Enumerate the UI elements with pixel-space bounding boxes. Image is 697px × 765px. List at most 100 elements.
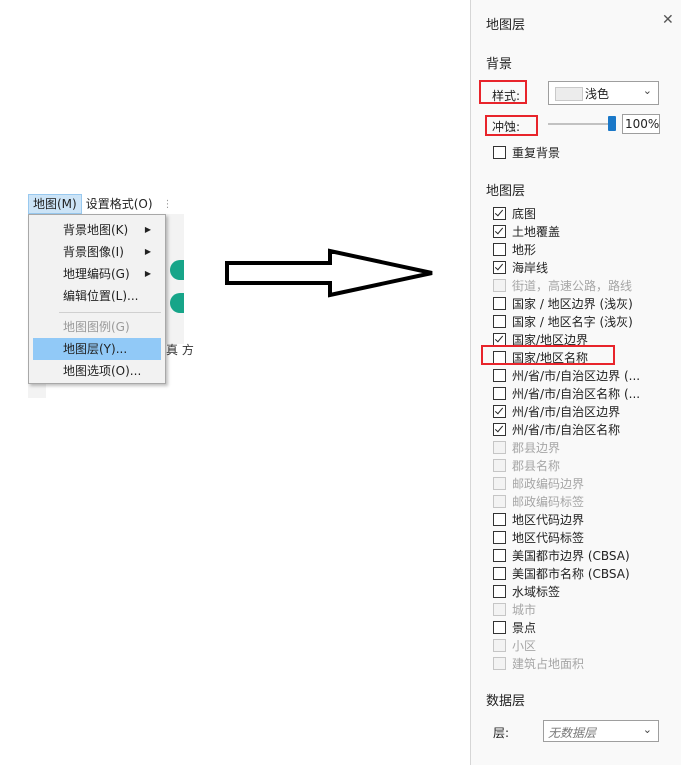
map-layer-checkbox[interactable]: 国家 / 地区名字 (浅灰) xyxy=(493,312,633,330)
menu-item-edit-locations[interactable]: 编辑位置(L)... xyxy=(33,285,161,307)
map-layer-checkbox[interactable]: 景点 xyxy=(493,618,536,636)
checkbox-box xyxy=(493,530,506,544)
map-layer-checkbox: 郡县边界 xyxy=(493,438,560,456)
submenu-arrow-icon: ▶ xyxy=(144,225,151,234)
checkbox-label: 海岸线 xyxy=(512,260,549,275)
map-layer-checkbox: 建筑占地面积 xyxy=(493,654,584,672)
washout-value-input[interactable]: 100% xyxy=(622,114,660,134)
menu-item-label: 背景图像(I) xyxy=(63,245,124,259)
checkbox-box xyxy=(493,224,506,238)
map-layer-checkbox[interactable]: 地区代码标签 xyxy=(493,528,584,546)
washout-slider-thumb[interactable] xyxy=(608,116,616,131)
repeat-background-checkbox[interactable]: 重复背景 xyxy=(493,143,560,161)
map-layer-checkbox[interactable]: 地形 xyxy=(493,240,536,258)
checkbox-label: 小区 xyxy=(512,638,537,653)
map-layer-checkbox: 邮政编码标签 xyxy=(493,492,584,510)
menu-separator xyxy=(59,312,161,313)
washout-label-highlight xyxy=(485,115,538,136)
map-layer-checkbox: 邮政编码边界 xyxy=(493,474,584,492)
checkbox-box xyxy=(493,494,506,508)
data-layer-select[interactable]: 无数据层 ⌄ xyxy=(543,720,659,742)
map-layer-checkbox: 小区 xyxy=(493,636,536,654)
map-layer-checkbox[interactable]: 底图 xyxy=(493,204,536,222)
checkbox-label: 城市 xyxy=(512,602,537,617)
style-label-highlight xyxy=(479,80,527,104)
menu-format[interactable]: 设置格式(O) xyxy=(82,194,157,214)
map-layer-checkbox[interactable]: 州/省/市/自治区名称 (... xyxy=(493,384,640,402)
close-icon[interactable]: ✕ xyxy=(662,12,674,28)
checkbox-label: 街道，高速公路，路线 xyxy=(512,278,633,293)
map-layer-checkbox[interactable]: 州/省/市/自治区边界 (... xyxy=(493,366,640,384)
style-select-value: 浅色 xyxy=(585,87,610,101)
checkbox-label: 美国都市边界 (CBSA) xyxy=(512,548,630,563)
checkbox-label: 地区代码边界 xyxy=(512,512,585,527)
map-layer-checkbox: 街道，高速公路，路线 xyxy=(493,276,632,294)
map-layer-checkbox[interactable]: 美国都市名称 (CBSA) xyxy=(493,564,630,582)
checkbox-box xyxy=(493,332,506,346)
checkbox-box xyxy=(493,620,506,634)
map-layer-checkbox[interactable]: 美国都市边界 (CBSA) xyxy=(493,546,630,564)
checkbox-box xyxy=(493,296,506,310)
checkbox-label: 底图 xyxy=(512,206,537,221)
menu-item-background-image[interactable]: 背景图像(I) ▶ xyxy=(33,241,161,263)
checkbox-label: 水域标签 xyxy=(512,584,561,599)
checkbox-box xyxy=(493,260,506,274)
checkbox-box xyxy=(493,476,506,490)
checkbox-label: 国家 / 地区边界 (浅灰) xyxy=(512,296,633,311)
checkbox-label: 地区代码标签 xyxy=(512,530,585,545)
green-marker-1 xyxy=(170,260,184,280)
checkbox-label: 重复背景 xyxy=(512,145,561,160)
menu-item-map-options[interactable]: 地图选项(O)... xyxy=(33,360,161,382)
checkbox-box xyxy=(493,422,506,436)
checkbox-label: 邮政编码标签 xyxy=(512,494,585,509)
data-layer-placeholder: 无数据层 xyxy=(548,726,597,740)
map-layer-checkbox[interactable]: 海岸线 xyxy=(493,258,548,276)
style-swatch xyxy=(555,87,583,101)
checkbox-box xyxy=(493,512,506,526)
washout-slider-track[interactable] xyxy=(548,123,616,125)
map-layer-checkbox[interactable]: 国家 / 地区边界 (浅灰) xyxy=(493,294,633,312)
checkbox-box xyxy=(493,656,506,670)
menubar-overflow-icon: ⋮ xyxy=(162,198,173,210)
map-layer-checkbox[interactable]: 土地覆盖 xyxy=(493,222,560,240)
checkbox-box xyxy=(493,440,506,454)
right-arrow-icon xyxy=(225,248,433,298)
checkbox-label: 州/省/市/自治区名称 (... xyxy=(512,386,641,401)
map-layer-checkbox: 城市 xyxy=(493,600,536,618)
checkbox-label: 州/省/市/自治区边界 (... xyxy=(512,368,641,383)
checkbox-box xyxy=(493,314,506,328)
menu-item-map-layers[interactable]: 地图层(Y)... xyxy=(33,338,161,360)
checkbox-label: 郡县名称 xyxy=(512,458,561,473)
map-layer-checkbox[interactable]: 州/省/市/自治区边界 xyxy=(493,402,620,420)
map-layer-checkbox[interactable]: 水域标签 xyxy=(493,582,560,600)
menu-item-label: 编辑位置(L)... xyxy=(63,289,139,303)
menu-item-label: 地图选项(O)... xyxy=(63,364,142,378)
map-layer-checkbox[interactable]: 地区代码边界 xyxy=(493,510,584,528)
style-select[interactable]: 浅色 ⌄ xyxy=(548,81,659,105)
checkbox-box xyxy=(493,638,506,652)
menu-item-label: 地图层(Y)... xyxy=(63,342,128,356)
country-names-highlight xyxy=(481,345,615,365)
menu-map[interactable]: 地图(M) xyxy=(28,194,82,214)
menu-item-geocoding[interactable]: 地理编码(G) ▶ xyxy=(33,263,161,285)
map-dropdown-menu: 背景地图(K) ▶ 背景图像(I) ▶ 地理编码(G) ▶ 编辑位置(L)...… xyxy=(28,214,166,384)
menu-item-background-map[interactable]: 背景地图(K) ▶ xyxy=(33,219,161,241)
checkbox-box xyxy=(493,206,506,220)
checkbox-label: 地形 xyxy=(512,242,537,257)
checkbox-label: 美国都市名称 (CBSA) xyxy=(512,566,630,581)
checkbox-label: 建筑占地面积 xyxy=(512,656,585,671)
chevron-down-icon: ⌄ xyxy=(642,84,652,97)
checkbox-box xyxy=(493,404,506,418)
map-layers-pane: 地图层 ✕ 背景 样式: 浅色 ⌄ 冲蚀: 100% 重复背景 地图层 底图 土地… xyxy=(470,0,681,765)
menubar: 地图(M) 设置格式(O) ⋮ xyxy=(28,193,173,215)
checkbox-box xyxy=(493,566,506,580)
menu-item-map-legend: 地图图例(G) xyxy=(33,316,161,338)
pane-title: 地图层 xyxy=(486,18,526,33)
checkbox-label: 郡县边界 xyxy=(512,440,561,455)
map-layer-checkbox: 郡县名称 xyxy=(493,456,560,474)
checkbox-label: 邮政编码边界 xyxy=(512,476,585,491)
submenu-arrow-icon: ▶ xyxy=(144,247,151,256)
checkbox-label: 土地覆盖 xyxy=(512,224,561,239)
behind-text: 真 方 xyxy=(166,343,194,357)
map-layer-checkbox[interactable]: 州/省/市/自治区名称 xyxy=(493,420,620,438)
